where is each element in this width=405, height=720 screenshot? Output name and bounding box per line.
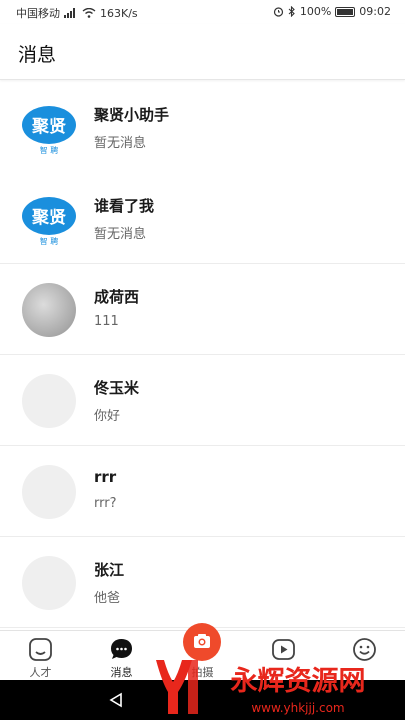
carrier-label: 中国移动 bbox=[16, 7, 60, 20]
back-icon[interactable] bbox=[108, 692, 124, 708]
conversation-list: 聚贤 智 聘 聚贤小助手 暂无消息 聚贤 智 聘 谁看了我 暂无消息 成荷西 1… bbox=[0, 82, 405, 630]
svg-text:聚贤: 聚贤 bbox=[31, 208, 66, 228]
tab-messages[interactable]: 消息 bbox=[81, 631, 162, 681]
page-title: 消息 bbox=[18, 44, 57, 66]
svg-text:聚贤: 聚贤 bbox=[31, 117, 66, 137]
bluetooth-icon bbox=[288, 6, 295, 17]
status-left: 中国移动 163K/s bbox=[16, 5, 138, 21]
wifi-icon bbox=[82, 8, 96, 18]
conversation-name: 谁看了我 bbox=[94, 197, 155, 215]
clock: 09:02 bbox=[359, 5, 391, 18]
battery-icon bbox=[335, 6, 356, 17]
watermark-logo-icon: 永辉资源网 www.yhkjjj.com bbox=[156, 660, 366, 715]
svg-text:智 聘: 智 聘 bbox=[40, 145, 59, 155]
tab-label: 消息 bbox=[110, 666, 133, 679]
juxian-logo-icon: 聚贤 智 聘 bbox=[22, 106, 76, 155]
juxian-logo-avatar: 聚贤 智 聘 bbox=[22, 192, 76, 246]
conversation-preview: 暂无消息 bbox=[94, 136, 147, 151]
page-header: 消息 bbox=[0, 24, 405, 80]
status-right: 100% 09:02 bbox=[273, 5, 391, 18]
conversation-preview: 他爸 bbox=[94, 591, 121, 606]
battery-percent: 100% bbox=[299, 5, 332, 18]
conversation-row-rrr[interactable]: rrr rrr? bbox=[0, 446, 405, 537]
conversation-preview: 暂无消息 bbox=[94, 227, 147, 242]
user-avatar-placeholder bbox=[22, 556, 76, 610]
conversation-row-cheng[interactable]: 成荷西 111 bbox=[0, 264, 405, 355]
chat-bubble-icon bbox=[111, 639, 132, 659]
svg-text:永辉资源网: 永辉资源网 bbox=[230, 666, 366, 697]
tab-label: 人才 bbox=[29, 666, 52, 679]
status-bar: 中国移动 163K/s 100% 09:02 bbox=[0, 0, 405, 24]
site-watermark: 永辉资源网 www.yhkjjj.com bbox=[152, 652, 397, 720]
user-avatar-placeholder bbox=[22, 465, 76, 519]
conversation-row-tong[interactable]: 佟玉米 你好 bbox=[0, 355, 405, 446]
conversation-name: 张江 bbox=[94, 561, 125, 579]
user-avatar-photo bbox=[22, 283, 76, 337]
conversation-name: 佟玉米 bbox=[94, 379, 140, 397]
conversation-preview: 你好 bbox=[94, 409, 121, 424]
user-avatar-placeholder bbox=[22, 374, 76, 428]
home-icon bbox=[29, 638, 52, 661]
conversation-name: 聚贤小助手 bbox=[94, 106, 170, 124]
tab-talent[interactable]: 人才 bbox=[0, 631, 81, 681]
svg-text:智 聘: 智 聘 bbox=[40, 236, 59, 246]
network-speed: 163K/s bbox=[100, 6, 138, 20]
juxian-logo-icon: 聚贤 智 聘 bbox=[22, 197, 76, 246]
svg-text:www.yhkjjj.com: www.yhkjjj.com bbox=[251, 701, 344, 715]
conversation-preview: 111 bbox=[94, 314, 119, 329]
conversation-name: 成荷西 bbox=[94, 288, 140, 306]
alarm-icon bbox=[273, 7, 283, 17]
signal-icon bbox=[64, 8, 75, 18]
conversation-name: rrr bbox=[94, 468, 117, 486]
conversation-row-assistant[interactable]: 聚贤 智 聘 聚贤小助手 暂无消息 bbox=[0, 82, 405, 173]
conversation-preview: rrr? bbox=[94, 496, 117, 511]
conversation-row-zhang[interactable]: 张江 他爸 bbox=[0, 537, 405, 628]
juxian-logo-avatar: 聚贤 智 聘 bbox=[22, 101, 76, 155]
conversation-row-who-viewed[interactable]: 聚贤 智 聘 谁看了我 暂无消息 bbox=[0, 173, 405, 264]
